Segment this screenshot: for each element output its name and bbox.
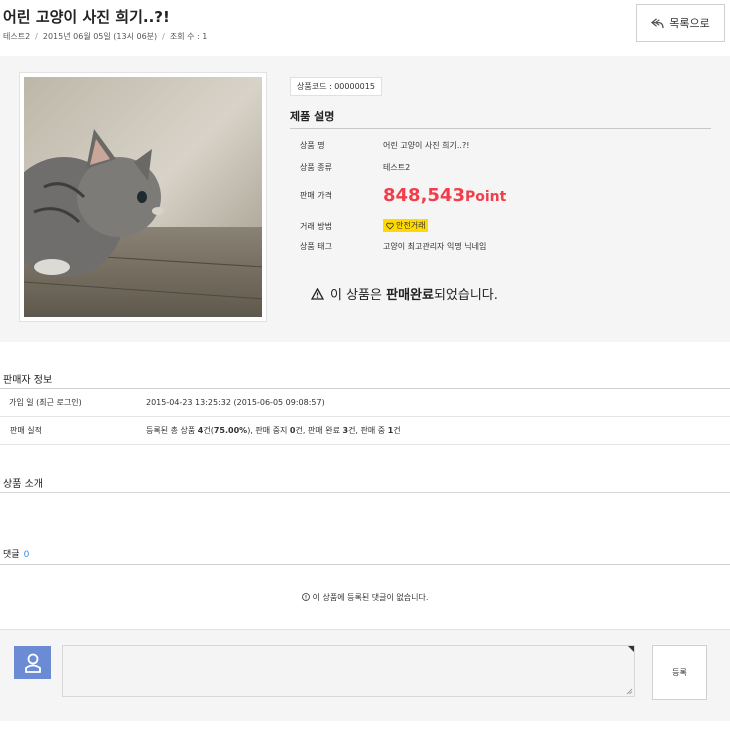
divider [0,564,730,565]
spec-value-tag: 고양이 최고관리자 익명 닉네임 [383,242,487,251]
spec-label-category: 상품 종류 [300,163,332,172]
comments-heading: 댓글 0 [3,547,29,560]
price-display: 848,543Point [383,185,506,206]
post-meta: 테스트2/2015년 06월 05일 (13시 06분) / 조회 수 : 1 [3,32,208,41]
safe-trade-label: 안전거래 [396,221,426,230]
back-to-list-label: 목록으로 [669,17,710,30]
submit-comment-button[interactable]: 등록 [652,645,707,700]
sold-status: 판매완료 [386,288,434,303]
product-image[interactable] [19,72,267,322]
author-name[interactable]: 테스트2 [3,32,30,41]
back-to-list-button[interactable]: 목록으로 [636,4,725,42]
warning-icon [311,287,324,300]
avatar [14,646,51,679]
spec-label-method: 거래 방법 [300,222,332,231]
join-date-value: 2015-04-23 13:25:32 (2015-06-05 09:08:57… [146,398,325,407]
seller-info-table: 가입 일 (최근 로그인) 2015-04-23 13:25:32 (2015-… [0,388,730,445]
resize-handle-icon[interactable] [626,688,633,695]
table-row: 판매 실적 등록된 총 상품 4건(75.00%), 판매 중지 0건, 판매 … [0,417,730,445]
scroll-arrow-icon [628,646,634,652]
sold-suffix: 되었습니다. [433,288,498,303]
divider [290,128,711,129]
post-date: 2015년 06월 05일 (13시 06분) [42,32,158,41]
sold-out-notice: 이 상품은 판매완료되었습니다. [311,284,498,303]
product-description-title: 제품 설명 [290,110,335,123]
kitten-photo [24,77,262,317]
seller-info-title: 판매자 정보 [3,375,53,386]
comments-title: 댓글 [3,550,20,560]
table-row: 가입 일 (최근 로그인) 2015-04-23 13:25:32 (2015-… [0,389,730,417]
spec-label-price: 판매 가격 [300,191,332,200]
sales-record-value: 등록된 총 상품 4건(75.00%), 판매 중지 0건, 판매 완료 3건,… [146,426,401,435]
heart-icon [386,222,394,230]
view-count: 조회 수 : 1 [169,32,208,41]
comment-textarea[interactable] [62,645,635,697]
sold-prefix: 이 상품은 [330,288,382,303]
reply-arrow-icon [651,17,664,28]
kitten-illustration [24,77,262,317]
price-value: 848,543 [383,185,465,206]
spec-label-name: 상품 명 [300,141,325,150]
safe-trade-badge: 안전거래 [383,219,429,232]
spec-value-category: 테스트2 [383,163,411,172]
no-comments-message: 이 상품에 등록된 댓글이 없습니다. [0,592,730,603]
product-code: 상품코드 : 00000015 [290,77,382,96]
sales-record-label: 판매 실적 [10,426,42,435]
comment-count: 0 [23,550,30,560]
price-unit: Point [464,189,507,205]
spec-value-name: 어린 고양이 사진 희기..?! [383,141,470,150]
no-comments-text: 이 상품에 등록된 댓글이 없습니다. [312,593,429,602]
comment-form: 등록 [0,630,730,721]
page-title: 어린 고양이 사진 희기..?! [3,8,170,26]
join-date-label: 가입 일 (최근 로그인) [9,398,82,407]
divider [0,492,730,493]
product-panel: 상품코드 : 00000015 제품 설명 상품 명 어린 고양이 사진 희기.… [0,56,730,342]
info-icon [301,593,310,601]
user-icon [24,653,41,673]
spec-label-tag: 상품 태그 [300,242,332,251]
product-intro-title: 상품 소개 [3,479,43,490]
trade-method: 안전거래 [383,219,429,232]
